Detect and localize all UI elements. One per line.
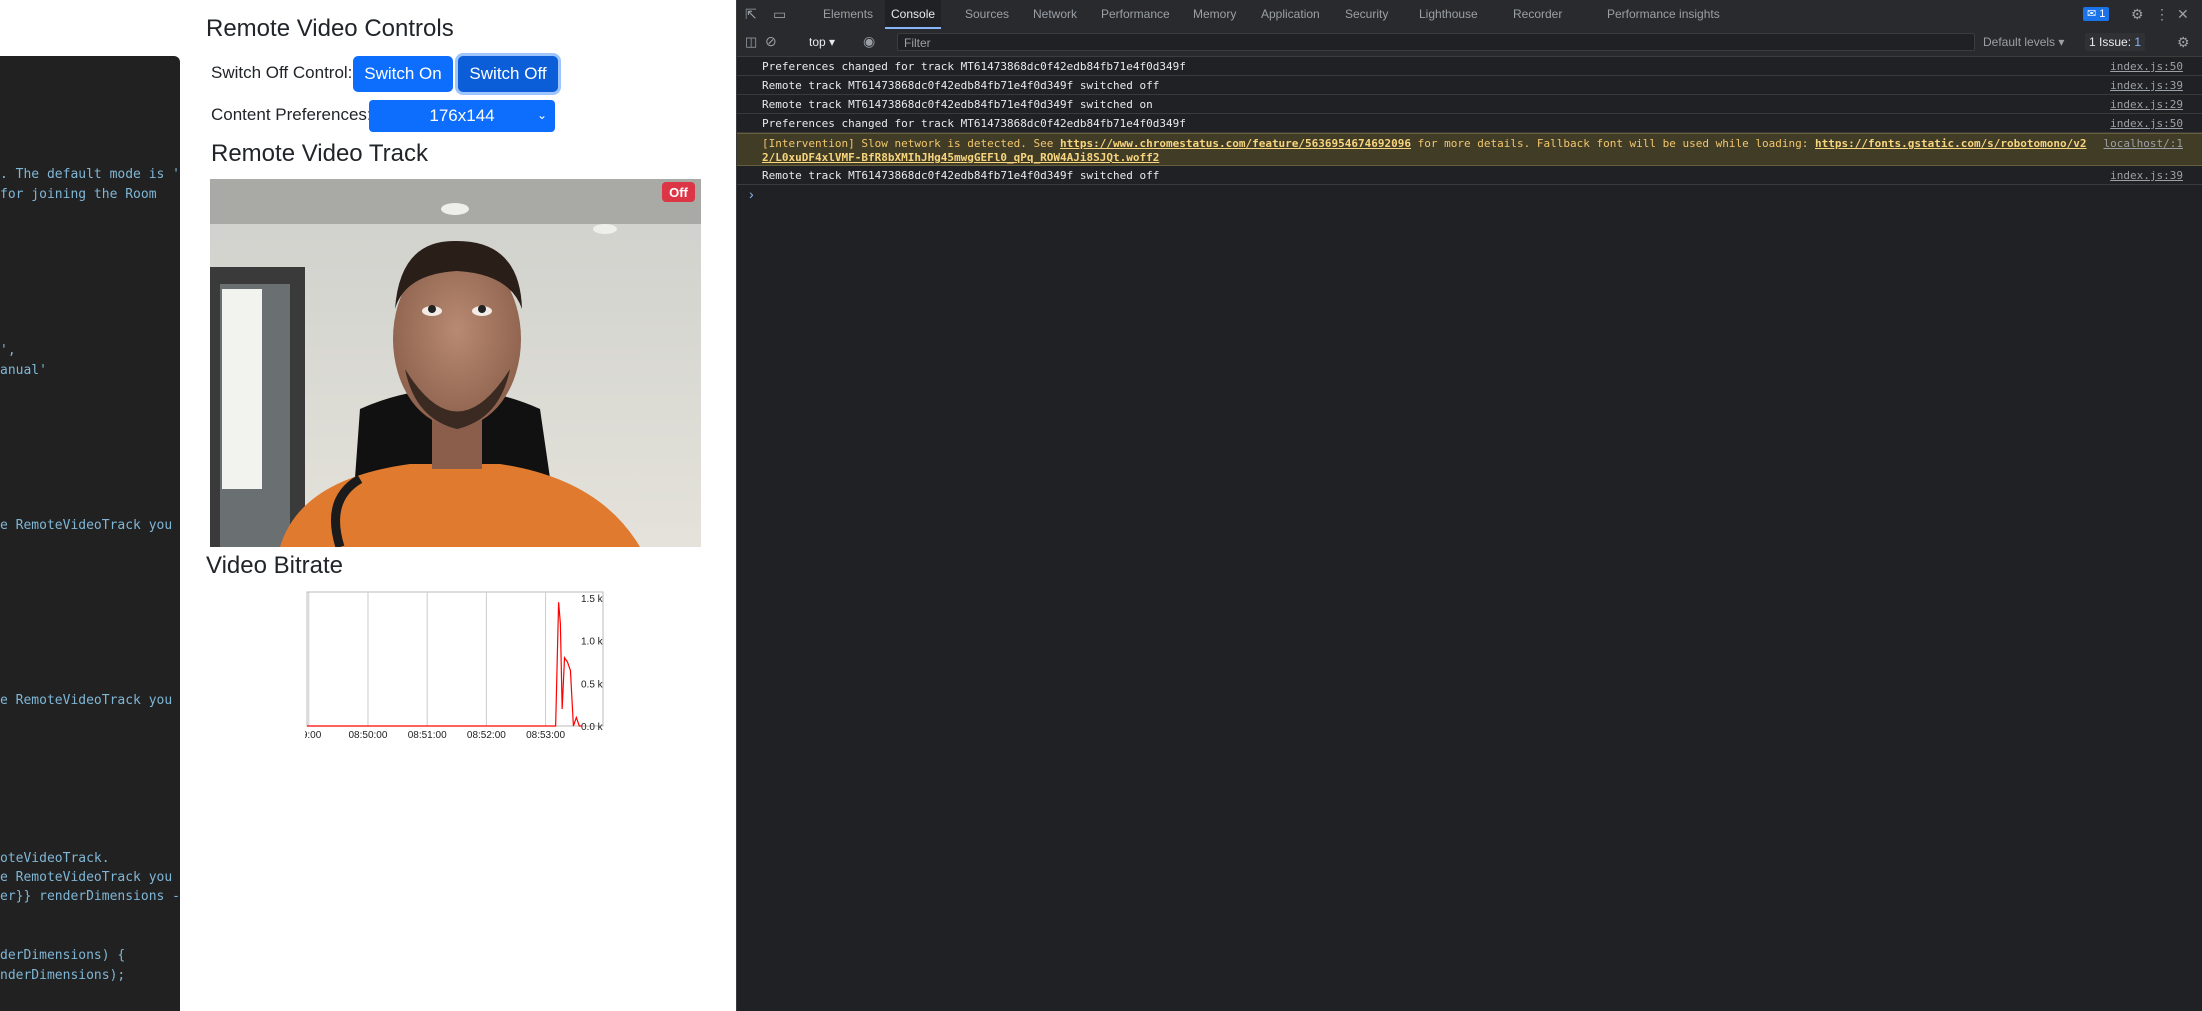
console-message: Remote track MT61473868dc0f42edb84fb71e4… bbox=[737, 166, 2202, 185]
content-preferences-label: Content Preferences: bbox=[211, 105, 372, 124]
y-tick-label: 0.5 k bbox=[581, 679, 604, 690]
close-icon[interactable]: ✕ bbox=[2177, 6, 2189, 23]
switch-on-button[interactable]: Switch On bbox=[353, 56, 453, 92]
message-count-badge[interactable]: ✉ 1 bbox=[2083, 7, 2110, 21]
devtools-tab-bar: ⇱ ▭ Elements Console Sources Network Perform… bbox=[737, 0, 2202, 30]
console-message-text: Remote track MT61473868dc0f42edb84fb71e4… bbox=[762, 169, 1160, 182]
console-message-text: Remote track MT61473868dc0f42edb84fb71e4… bbox=[762, 79, 1160, 92]
warning-middle: for more details. Fallback font will be … bbox=[1411, 137, 1815, 150]
console-source-link[interactable]: index.js:50 bbox=[2110, 117, 2183, 130]
video-frame bbox=[210, 179, 701, 547]
code-line: ', bbox=[0, 343, 16, 358]
devtools-panel: ⇱ ▭ Elements Console Sources Network Perform… bbox=[736, 0, 2202, 1011]
remote-video-track-title: Remote Video Track bbox=[211, 140, 428, 167]
tab-application[interactable]: Application bbox=[1255, 0, 1326, 29]
font-link-continued[interactable]: 2/L0xuDF4xlVMF-BfR8bXMIhJHg45mwgGEFl0_qP… bbox=[762, 151, 1159, 164]
device-toolbar-icon[interactable]: ▭ bbox=[773, 6, 786, 23]
console-message: Remote track MT61473868dc0f42edb84fb71e4… bbox=[737, 76, 2202, 95]
bitrate-chart: 49:00 08:50:00 08:51:00 08:52:00 08:53:00 1.5… bbox=[305, 591, 604, 741]
issues-button[interactable]: 1 Issue: 1 bbox=[2085, 33, 2146, 51]
chromestatus-link[interactable]: https://www.chromestatus.com/feature/563… bbox=[1060, 137, 1411, 150]
x-tick-label: 08:50:00 bbox=[349, 730, 388, 741]
code-line: e RemoteVideoTrack you w bbox=[0, 693, 180, 708]
x-tick-label: 49:00 bbox=[305, 730, 322, 741]
console-settings-icon[interactable]: ⚙ bbox=[2177, 34, 2190, 51]
console-toolbar: ◫ ⊘ top ▾ ◉ Filter Default levels ▾ 1 Is… bbox=[737, 29, 2202, 57]
warning-source-link[interactable]: localhost/:1 bbox=[2104, 137, 2183, 150]
console-source-link[interactable]: index.js:39 bbox=[2110, 79, 2183, 92]
console-message: Remote track MT61473868dc0f42edb84fb71e4… bbox=[737, 95, 2202, 114]
more-options-icon[interactable]: ⋮ bbox=[2155, 6, 2169, 23]
tab-network[interactable]: Network bbox=[1027, 0, 1083, 29]
video-bitrate-title: Video Bitrate bbox=[206, 552, 343, 579]
inspect-element-icon[interactable]: ⇱ bbox=[745, 6, 757, 23]
tab-memory[interactable]: Memory bbox=[1187, 0, 1242, 29]
context-select[interactable]: top ▾ bbox=[809, 35, 835, 49]
code-line: e RemoteVideoTrack you w bbox=[0, 870, 180, 885]
tab-performance[interactable]: Performance bbox=[1095, 0, 1176, 29]
log-levels-select[interactable]: Default levels ▾ bbox=[1983, 35, 2064, 49]
console-warning: [Intervention] Slow network is detected.… bbox=[737, 133, 2202, 166]
chevron-down-icon: ⌄ bbox=[536, 108, 547, 122]
code-line: anual' bbox=[0, 363, 47, 378]
content-preferences-value: 176x144 bbox=[429, 106, 495, 125]
code-line: oteVideoTrack. bbox=[0, 851, 110, 866]
y-tick-label: 0.0 k bbox=[581, 722, 604, 733]
warning-text: [Intervention] Slow network is detected.… bbox=[762, 137, 2087, 165]
y-tick-label: 1.0 k bbox=[581, 637, 604, 648]
console-message-text: Remote track MT61473868dc0f42edb84fb71e4… bbox=[762, 98, 1153, 111]
code-line: derDimensions) { bbox=[0, 948, 126, 963]
tab-security[interactable]: Security bbox=[1339, 0, 1394, 29]
font-link[interactable]: https://fonts.gstatic.com/s/robotomono/v… bbox=[1815, 137, 2087, 150]
x-tick-label: 08:52:00 bbox=[467, 730, 506, 741]
issues-label: 1 Issue: bbox=[2089, 35, 2132, 49]
console-source-link[interactable]: index.js:50 bbox=[2110, 60, 2183, 73]
settings-icon[interactable]: ⚙ bbox=[2131, 6, 2144, 23]
console-source-link[interactable]: index.js:39 bbox=[2110, 169, 2183, 182]
tab-lighthouse[interactable]: Lighthouse bbox=[1413, 0, 1484, 29]
x-tick-label: 08:53:00 bbox=[526, 730, 565, 741]
console-message: Preferences changed for track MT61473868… bbox=[737, 57, 2202, 76]
log-levels-value: Default levels bbox=[1983, 35, 2056, 49]
console-prompt[interactable]: › bbox=[749, 186, 754, 202]
y-tick-label: 1.5 k bbox=[581, 594, 604, 605]
context-value: top bbox=[809, 35, 826, 49]
tab-performance-insights[interactable]: Performance insights bbox=[1601, 0, 1726, 29]
console-source-link[interactable]: index.js:29 bbox=[2110, 98, 2183, 111]
content-preferences-select[interactable]: 176x144 ⌄ bbox=[369, 100, 555, 132]
code-line: e RemoteVideoTrack you w bbox=[0, 518, 180, 533]
code-line: . The default mode is 'a bbox=[0, 167, 180, 182]
tab-elements[interactable]: Elements bbox=[817, 0, 879, 29]
remote-video[interactable] bbox=[210, 179, 701, 547]
console-message-text: Preferences changed for track MT61473868… bbox=[762, 117, 1186, 130]
tab-sources[interactable]: Sources bbox=[959, 0, 1015, 29]
page-title: Remote Video Controls bbox=[206, 15, 454, 42]
code-editor-panel: . The default mode is 'a for joining the … bbox=[0, 56, 180, 1011]
off-status-badge: Off bbox=[662, 182, 695, 202]
code-line: nderDimensions); bbox=[0, 968, 126, 983]
x-tick-label: 08:51:00 bbox=[408, 730, 447, 741]
filter-input[interactable]: Filter bbox=[897, 33, 1975, 51]
clear-console-icon[interactable]: ⊘ bbox=[765, 33, 777, 50]
sidebar-toggle-icon[interactable]: ◫ bbox=[745, 34, 757, 50]
issues-count: 1 bbox=[2134, 35, 2142, 49]
code-line: er}} renderDimensions - bbox=[0, 889, 180, 904]
switch-off-button[interactable]: Switch Off bbox=[458, 56, 558, 92]
warning-prefix: [Intervention] Slow network is detected.… bbox=[762, 137, 1061, 150]
console-message-text: Preferences changed for track MT61473868… bbox=[762, 60, 1186, 73]
switch-off-control-label: Switch Off Control: bbox=[211, 63, 353, 82]
code-line: for joining the Room bbox=[0, 187, 157, 202]
console-message: Preferences changed for track MT61473868… bbox=[737, 114, 2202, 133]
tab-console[interactable]: Console bbox=[885, 0, 942, 29]
eye-icon[interactable]: ◉ bbox=[863, 33, 875, 50]
tab-recorder[interactable]: Recorder bbox=[1507, 0, 1568, 29]
